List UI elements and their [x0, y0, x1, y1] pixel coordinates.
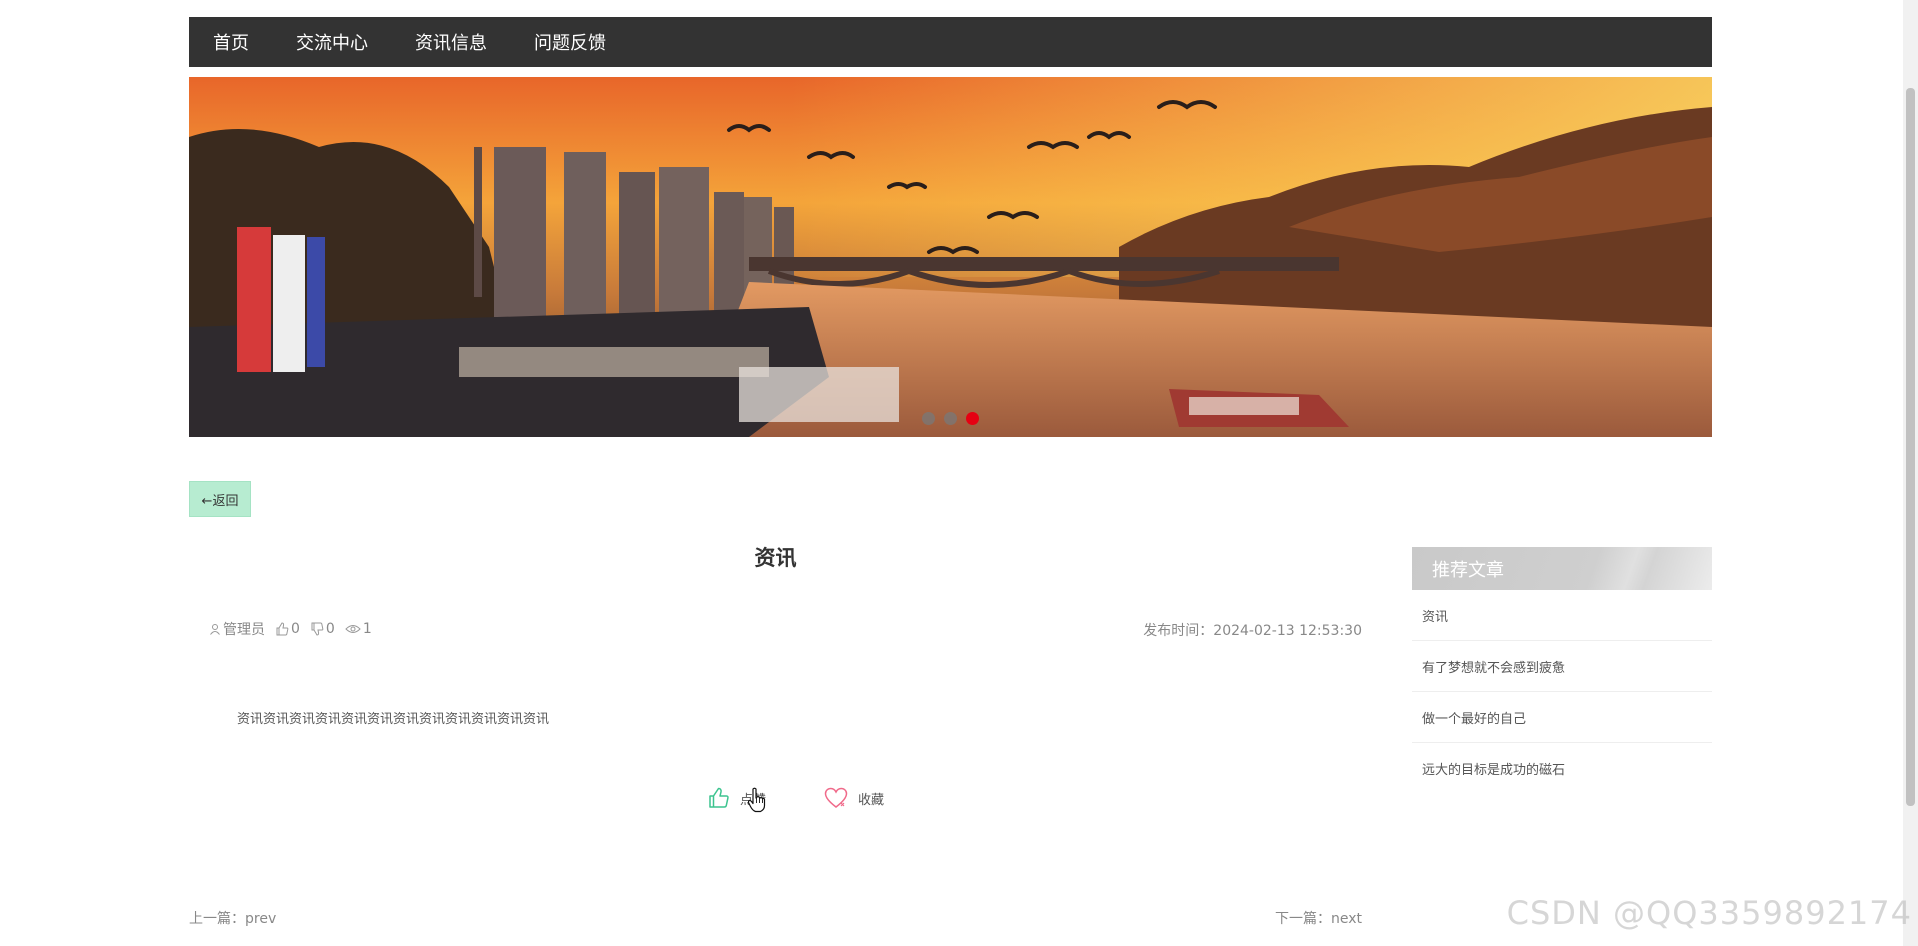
recommended-item[interactable]: 资讯 [1412, 590, 1712, 641]
dislikes-meta: 0 [310, 621, 335, 637]
article-title: 资讯 [754, 546, 797, 570]
author-name: 管理员 [223, 622, 265, 638]
recommended-sidebar: 推荐文章 资讯 有了梦想就不会感到疲惫 做一个最好的自己 远大的目标是成功的磁石 [1412, 547, 1712, 794]
hand-cursor-icon [748, 787, 766, 813]
page-scrollbar[interactable] [1903, 0, 1918, 946]
prev-article-link[interactable]: 上一篇：prev [189, 908, 276, 928]
nav-item-feedback[interactable]: 问题反馈 [534, 29, 606, 55]
user-icon [210, 624, 220, 635]
article-meta: 管理员 0 0 1 [209, 619, 382, 639]
dislikes-count: 0 [325, 621, 335, 637]
recommended-item[interactable]: 做一个最好的自己 [1412, 692, 1712, 743]
banner-carousel[interactable] [189, 77, 1712, 437]
favorite-label: 收藏 [858, 792, 885, 808]
recommended-item[interactable]: 远大的目标是成功的磁石 [1412, 743, 1712, 794]
carousel-dots [189, 412, 1712, 425]
carousel-dot-2[interactable] [944, 412, 957, 425]
nav-item-forum[interactable]: 交流中心 [296, 29, 368, 55]
views-count: 1 [362, 621, 372, 637]
likes-count: 0 [291, 621, 300, 637]
thumb-up-icon [709, 787, 729, 808]
heart-icon [824, 787, 848, 808]
top-nav: 首页 交流中心 资讯信息 问题反馈 [189, 17, 1712, 67]
thumb-down-icon [311, 622, 324, 636]
author-meta: 管理员 [209, 619, 265, 639]
scrollbar-thumb[interactable] [1906, 88, 1915, 806]
views-meta: 1 [345, 621, 372, 637]
banner-image [189, 77, 1712, 437]
article-content: 资讯资讯资讯资讯资讯资讯资讯资讯资讯资讯资讯资讯 [237, 712, 550, 727]
watermark: CSDN @QQ3359892174 [1506, 894, 1912, 932]
page: 首页 交流中心 资讯信息 问题反馈 ←返回 资讯 管理员 0 0 1 发布时间：… [0, 0, 1918, 946]
nav-item-home[interactable]: 首页 [213, 29, 249, 55]
publish-time: 发布时间：2024-02-13 12:53:30 [1143, 623, 1362, 639]
carousel-dot-3-active[interactable] [966, 412, 979, 425]
sidebar-title: 推荐文章 [1412, 547, 1712, 590]
recommended-item[interactable]: 有了梦想就不会感到疲惫 [1412, 641, 1712, 692]
thumb-up-icon [276, 622, 289, 636]
next-article-link[interactable]: 下一篇：next [1275, 908, 1362, 928]
eye-icon [345, 625, 361, 633]
back-button[interactable]: ←返回 [189, 481, 251, 517]
favorite-button[interactable]: 收藏 [824, 787, 884, 809]
likes-meta: 0 [275, 621, 300, 637]
article-actions: 点赞 收藏 [708, 787, 884, 809]
nav-item-news[interactable]: 资讯信息 [415, 29, 487, 55]
carousel-dot-1[interactable] [922, 412, 935, 425]
